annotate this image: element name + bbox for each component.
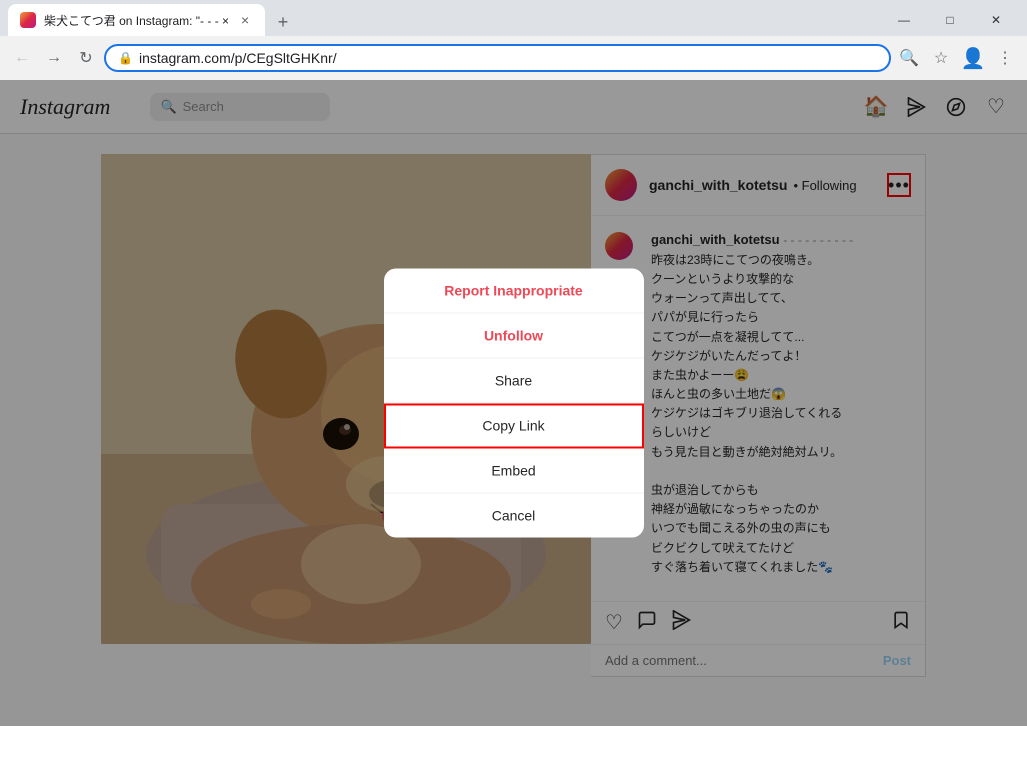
bookmark-button[interactable]: ☆	[927, 44, 955, 72]
profile-button[interactable]: 👤	[959, 44, 987, 72]
window-controls: — □ ✕	[881, 4, 1019, 36]
tab-favicon-icon	[20, 12, 36, 28]
maximize-button[interactable]: □	[927, 4, 973, 36]
url-base: instagram.com	[139, 50, 231, 66]
active-tab[interactable]: 柴犬こてつ君 on Instagram: "- - - × ×	[8, 4, 265, 36]
copy-link-option[interactable]: Copy Link	[384, 404, 644, 449]
tab-title: 柴犬こてつ君 on Instagram: "- - - ×	[44, 12, 229, 29]
embed-option[interactable]: Embed	[384, 449, 644, 494]
options-modal: Report Inappropriate Unfollow Share Copy…	[384, 269, 644, 538]
url-path: /p/CEgSltGHKnr/	[231, 50, 337, 66]
search-toolbar-button[interactable]: 🔍	[895, 44, 923, 72]
tab-bar: 柴犬こてつ君 on Instagram: "- - - × × + — □ ✕	[0, 0, 1027, 36]
close-button[interactable]: ✕	[973, 4, 1019, 36]
toolbar-right: 🔍 ☆ 👤 ⋮	[895, 44, 1019, 72]
cancel-option[interactable]: Cancel	[384, 494, 644, 538]
new-tab-button[interactable]: +	[269, 8, 297, 36]
share-option[interactable]: Share	[384, 359, 644, 404]
navigation-bar: ← → ↻ 🔒 instagram.com/p/CEgSltGHKnr/ 🔍 ☆…	[0, 36, 1027, 80]
minimize-button[interactable]: —	[881, 4, 927, 36]
tab-close-button[interactable]: ×	[237, 12, 253, 28]
reload-button[interactable]: ↻	[72, 44, 100, 72]
address-bar[interactable]: 🔒 instagram.com/p/CEgSltGHKnr/	[104, 44, 891, 72]
unfollow-option[interactable]: Unfollow	[384, 314, 644, 359]
back-button[interactable]: ←	[8, 44, 36, 72]
instagram-page: Instagram 🔍 Search 🏠 ♡	[0, 80, 1027, 726]
report-inappropriate-option[interactable]: Report Inappropriate	[384, 269, 644, 314]
more-menu-button[interactable]: ⋮	[991, 44, 1019, 72]
url-display: instagram.com/p/CEgSltGHKnr/	[139, 50, 877, 66]
forward-button[interactable]: →	[40, 44, 68, 72]
lock-icon: 🔒	[118, 51, 133, 65]
